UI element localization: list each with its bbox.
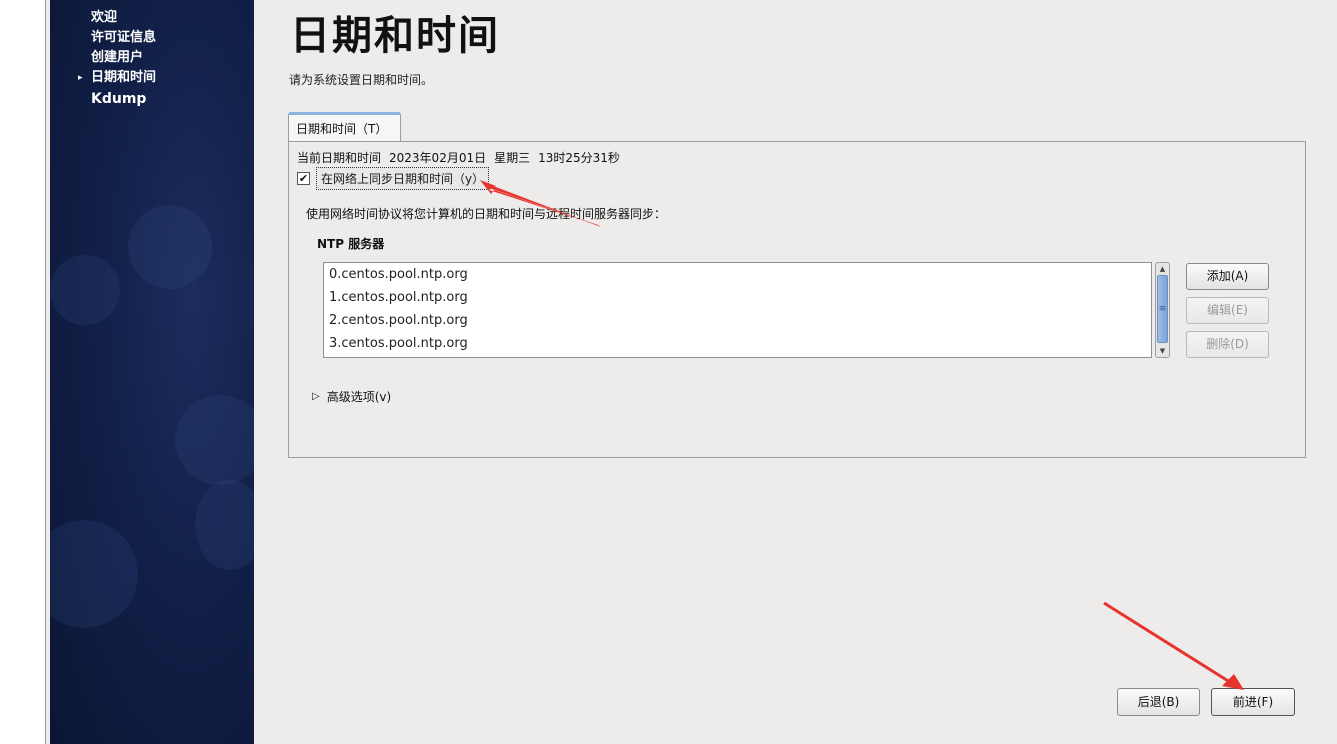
- sync-checkbox[interactable]: ✔: [297, 172, 310, 185]
- current-date: 2023年02月01日: [389, 151, 487, 165]
- sidebar-decor: [175, 395, 254, 485]
- ntp-list-scrollbar[interactable]: ▲ ≡ ▼: [1155, 262, 1170, 358]
- list-item[interactable]: 0.centos.pool.ntp.org: [324, 263, 1151, 286]
- ntp-server-list[interactable]: 0.centos.pool.ntp.org 1.centos.pool.ntp.…: [323, 262, 1152, 358]
- sidebar-steps: 欢迎 许可证信息 创建用户 ▸ 日期和时间 Kdump: [78, 8, 156, 110]
- back-button[interactable]: 后退(B): [1117, 688, 1200, 716]
- sidebar-item-kdump: Kdump: [78, 88, 156, 110]
- sync-description: 使用网络时间协议将您计算机的日期和时间与远程时间服务器同步：: [306, 207, 667, 221]
- sidebar-item-label: Kdump: [91, 91, 147, 107]
- page-title: 日期和时间: [290, 13, 500, 59]
- list-item[interactable]: 2.centos.pool.ntp.org: [324, 309, 1151, 332]
- current-time: 13时25分31秒: [538, 151, 620, 165]
- sidebar-item-create-user: 创建用户: [78, 48, 156, 68]
- current-datetime: 当前日期和时间 2023年02月01日 星期三 13时25分31秒: [297, 149, 628, 166]
- sidebar-decor: [50, 255, 120, 325]
- add-server-button[interactable]: 添加(A): [1186, 263, 1269, 290]
- scroll-down-icon[interactable]: ▼: [1156, 345, 1169, 357]
- sidebar-item-label: 创建用户: [91, 50, 144, 65]
- advanced-options-label: 高级选项(v): [326, 390, 392, 404]
- scroll-up-icon[interactable]: ▲: [1156, 263, 1169, 275]
- list-item[interactable]: 1.centos.pool.ntp.org: [324, 286, 1151, 309]
- scroll-thumb[interactable]: ≡: [1157, 275, 1168, 343]
- current-datetime-label: 当前日期和时间: [297, 151, 382, 165]
- page-subtitle: 请为系统设置日期和时间。: [289, 73, 434, 87]
- ntp-servers-title: NTP 服务器: [317, 237, 385, 251]
- left-window-edge: [0, 0, 46, 744]
- edit-server-button[interactable]: 编辑(E): [1186, 297, 1269, 324]
- expander-triangle-icon: ▷: [312, 391, 320, 402]
- sidebar-item-license: 许可证信息: [78, 28, 156, 48]
- advanced-options-expander[interactable]: ▷ 高级选项(v): [312, 388, 391, 405]
- sync-row[interactable]: ✔ 在网络上同步日期和时间（y）: [297, 167, 490, 190]
- sidebar-item-label: 许可证信息: [91, 30, 157, 45]
- sidebar-item-label: 日期和时间: [91, 70, 157, 85]
- sidebar-item-datetime: ▸ 日期和时间: [78, 68, 156, 88]
- sidebar-decor: [50, 520, 138, 628]
- sidebar-item-welcome: 欢迎: [78, 8, 156, 28]
- sidebar: 欢迎 许可证信息 创建用户 ▸ 日期和时间 Kdump: [50, 0, 254, 744]
- sync-checkbox-label[interactable]: 在网络上同步日期和时间（y）: [316, 167, 490, 190]
- annotation-arrow-forward-shaft: [1103, 601, 1234, 686]
- sidebar-decor: [128, 205, 212, 289]
- current-step-arrow-icon: ▸: [78, 73, 83, 83]
- sidebar-item-label: 欢迎: [91, 10, 118, 25]
- forward-button[interactable]: 前进(F): [1211, 688, 1295, 716]
- current-weekday: 星期三: [494, 151, 531, 165]
- delete-server-button[interactable]: 删除(D): [1186, 331, 1269, 358]
- tab-datetime[interactable]: 日期和时间（T）: [288, 112, 401, 142]
- sidebar-decor: [195, 480, 254, 570]
- list-item[interactable]: 3.centos.pool.ntp.org: [324, 332, 1151, 355]
